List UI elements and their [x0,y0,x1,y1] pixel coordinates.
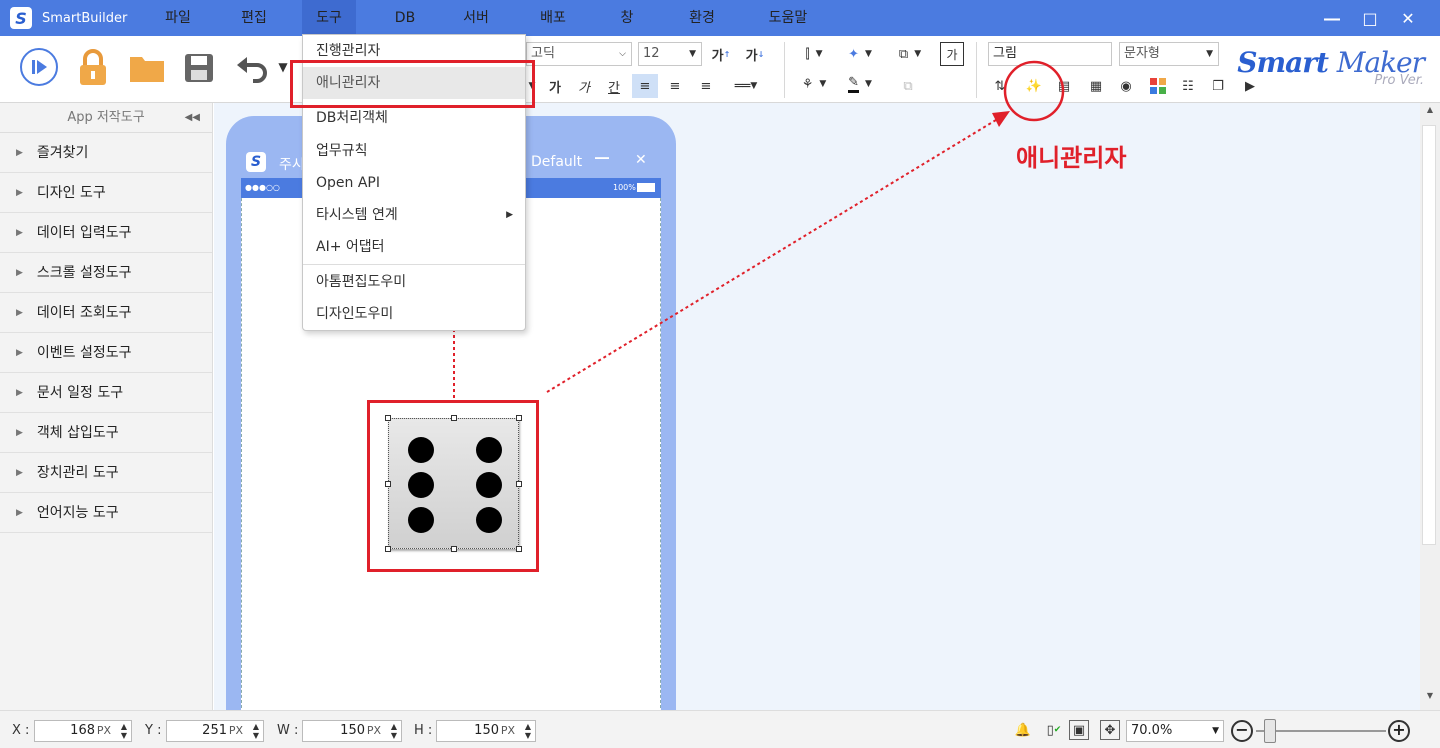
highlight-box-menu [290,60,535,108]
spinner-icon[interactable]: ▲ ▼ [525,722,531,740]
unit-label: PX [500,724,515,737]
y-value: 251 [202,723,227,738]
w-input[interactable]: 150 PX ▲ ▼ [302,720,402,742]
unit-label: PX [96,724,111,737]
unit-label: PX [366,724,381,737]
frame-icon[interactable]: ▣ [1069,720,1089,740]
x-label: X : [12,723,30,738]
zoom-in-icon[interactable]: + [1388,720,1410,742]
menu-item-business-rules[interactable]: 업무규칙 [303,135,525,167]
chevron-down-icon: ▼ [1212,726,1219,736]
submenu-arrow-icon: ▶ [506,210,513,220]
fit-icon[interactable]: ✥ [1100,720,1120,740]
menu-separator [303,264,525,265]
zoom-slider-thumb[interactable] [1264,719,1276,743]
annotation-arrows [446,60,1065,398]
zoom-value: 70.0% [1131,723,1173,738]
y-label: Y : [145,723,162,738]
spinner-icon[interactable]: ▲ ▼ [253,722,259,740]
h-input[interactable]: 150 PX ▲ ▼ [436,720,536,742]
menu-item-system-integration[interactable]: 타시스템 연계 ▶ [303,199,525,231]
spinner-icon[interactable]: ▲ ▼ [121,722,127,740]
w-label: W : [277,723,299,738]
menu-item-open-api[interactable]: Open API [303,167,525,199]
menu-item-design-helper[interactable]: 디자인도우미 [303,298,525,330]
h-value: 150 [474,723,499,738]
spinner-icon[interactable]: ▲ ▼ [391,722,397,740]
w-value: 150 [340,723,365,738]
bell-icon[interactable]: 🔔 [1013,720,1033,740]
h-label: H : [414,723,433,738]
zoom-out-icon[interactable]: − [1231,720,1253,742]
menu-item-label: 타시스템 연계 [316,207,398,223]
annotation-label: 애니관리자 [1016,144,1127,172]
device-check-icon[interactable]: ▯ ✔ [1044,720,1064,740]
y-input[interactable]: 251 PX ▲ ▼ [166,720,264,742]
x-value: 168 [70,723,95,738]
zoom-select[interactable]: 70.0% ▼ [1126,720,1224,742]
status-bar: X : 168 PX ▲ ▼ Y : 251 PX ▲ ▼ W : 150 PX ▲ ▼ H : … [0,710,1440,748]
menu-item-ai-adapter[interactable]: AI+ 어댑터 [303,231,525,263]
menu-item-atom-helper[interactable]: 아톰편집도우미 [303,266,525,298]
x-input[interactable]: 168 PX ▲ ▼ [34,720,132,742]
unit-label: PX [228,724,243,737]
